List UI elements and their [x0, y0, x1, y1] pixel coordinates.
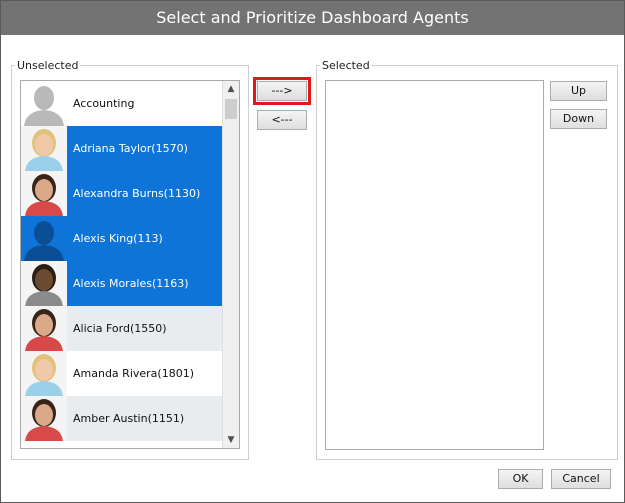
agent-name: Alicia Ford(1550) [73, 322, 167, 335]
scroll-thumb[interactable] [225, 99, 237, 119]
move-left-button[interactable]: <--- [257, 110, 307, 130]
dialog-title: Select and Prioritize Dashboard Agents [1, 1, 624, 35]
agent-name: Amanda Rivera(1801) [73, 367, 194, 380]
avatar-icon [21, 261, 67, 306]
agent-list-item[interactable]: Adriana Taylor(1570) [21, 126, 224, 171]
unselected-legend: Unselected [17, 59, 79, 72]
selected-legend: Selected [322, 59, 370, 72]
agent-name: Alexis King(113) [73, 232, 163, 245]
unselected-list[interactable]: Accounting Adriana Taylor(1570) Alexandra … [20, 80, 240, 449]
avatar-icon [21, 306, 67, 351]
agent-list-item[interactable]: Amber Austin(1151) [21, 396, 224, 441]
agent-name: Accounting [73, 97, 135, 110]
cancel-button[interactable]: Cancel [551, 469, 611, 489]
unselected-rows: Accounting Adriana Taylor(1570) Alexandra … [21, 81, 224, 441]
avatar-icon [21, 396, 67, 441]
selected-list[interactable] [325, 80, 544, 450]
select-agents-dialog: Select and Prioritize Dashboard Agents U… [0, 0, 625, 503]
avatar-icon [21, 171, 67, 216]
avatar-icon [21, 81, 67, 126]
move-up-button[interactable]: Up [550, 81, 607, 101]
scroll-up-arrow-icon[interactable]: ▲ [223, 81, 239, 97]
agent-name: Alexandra Burns(1130) [73, 187, 201, 200]
scroll-down-arrow-icon[interactable]: ▼ [223, 432, 239, 448]
agent-list-item[interactable]: Alicia Ford(1550) [21, 306, 224, 351]
agent-list-item[interactable]: Alexandra Burns(1130) [21, 171, 224, 216]
agent-name: Adriana Taylor(1570) [73, 142, 188, 155]
move-down-button[interactable]: Down [550, 109, 607, 129]
list-scrollbar[interactable]: ▲ ▼ [222, 81, 239, 448]
agent-list-item[interactable]: Accounting [21, 81, 224, 126]
ok-button[interactable]: OK [498, 469, 543, 489]
move-right-button[interactable]: ---> [257, 81, 307, 101]
agent-list-item[interactable]: Amanda Rivera(1801) [21, 351, 224, 396]
avatar-icon [21, 351, 67, 396]
avatar-icon [21, 216, 67, 261]
agent-name: Amber Austin(1151) [73, 412, 185, 425]
avatar-icon [21, 126, 67, 171]
agent-list-item[interactable]: Alexis King(113) [21, 216, 224, 261]
agent-name: Alexis Morales(1163) [73, 277, 189, 290]
agent-list-item[interactable]: Alexis Morales(1163) [21, 261, 224, 306]
